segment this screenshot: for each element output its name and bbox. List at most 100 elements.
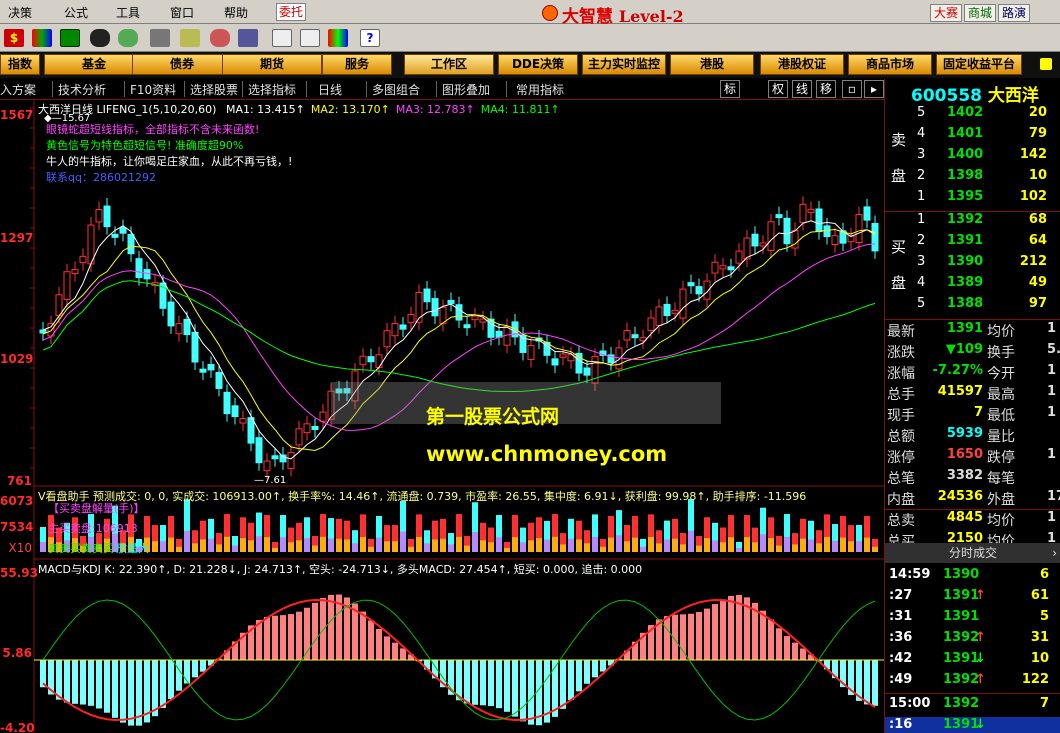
move-button[interactable]: 移: [816, 80, 836, 98]
chart-icon[interactable]: [238, 29, 258, 47]
tab-daily[interactable]: 日线: [318, 81, 342, 98]
help-icon[interactable]: ?: [360, 29, 380, 47]
sell-level-row[interactable]: 4 1401 79: [885, 126, 1060, 147]
weituo-button[interactable]: 委托: [276, 3, 306, 21]
app-window: 决策 公式 工具 窗口 帮助 委托 大智慧 Level-2 大赛 商城 路演 $…: [0, 0, 1060, 733]
tag-button[interactable]: 标: [720, 80, 740, 98]
tab-overlay[interactable]: 图形叠加: [442, 81, 490, 98]
tab-f10[interactable]: F10资料: [130, 81, 176, 98]
sell-level: 4: [917, 126, 926, 141]
stock-code: 600558: [911, 86, 982, 106]
sell-level-row[interactable]: 5 1402 20: [885, 105, 1060, 126]
vol-axis-label: 6073: [0, 494, 34, 508]
tab-multi-chart[interactable]: 多图组合: [372, 81, 420, 98]
cat-index[interactable]: 指数: [0, 54, 40, 75]
tab-select-indicator[interactable]: 选择指标: [248, 81, 296, 98]
bars-icon[interactable]: [328, 29, 348, 47]
cat-commodity[interactable]: 商品市场: [848, 54, 932, 75]
line-button[interactable]: 线: [792, 80, 812, 98]
tab-plan[interactable]: 入方案: [0, 81, 36, 98]
alert-icon[interactable]: [210, 29, 230, 47]
window-toggle-icon[interactable]: ▸: [864, 80, 884, 98]
market-icon[interactable]: [60, 29, 80, 47]
roadshow-button[interactable]: 路演: [998, 4, 1031, 22]
note-icon[interactable]: [180, 29, 200, 47]
sell-level-row[interactable]: 3 1400 142: [885, 147, 1060, 168]
sell-level-row[interactable]: 2 1398 10: [885, 168, 1060, 189]
stat-row: 总额 5939 量比: [885, 426, 1060, 447]
stat-row: 总卖 4845 均价 1: [885, 510, 1060, 531]
stat-label: 跌停: [987, 450, 1015, 466]
binoculars-icon[interactable]: [90, 29, 110, 47]
tick-row[interactable]: 15:00 1392 7: [885, 696, 1060, 717]
window-icon[interactable]: [272, 29, 292, 47]
up-arrow-icon: ↑: [975, 672, 986, 687]
tab-common-indicators[interactable]: 常用指标: [516, 81, 564, 98]
tick-time: 14:59: [889, 567, 931, 582]
buy-label-char: 盘: [891, 274, 907, 292]
ticks-expand-icon[interactable]: ›: [1052, 543, 1057, 563]
menu-window[interactable]: 窗口: [170, 4, 194, 21]
tick-row[interactable]: :49 1392 ↑ 122: [885, 672, 1060, 693]
stat-row: 总手 41597 最高 1: [885, 384, 1060, 405]
cat-hk[interactable]: 港股: [670, 54, 754, 75]
sell-level-row[interactable]: 1 1395 102: [885, 189, 1060, 210]
menu-help[interactable]: 帮助: [224, 4, 248, 21]
cat-fund[interactable]: 基金: [44, 54, 144, 75]
menu-formula[interactable]: 公式: [64, 4, 88, 21]
cat-dde[interactable]: DDE决策: [498, 54, 578, 75]
buy-level-row[interactable]: 2 1391 64: [885, 233, 1060, 254]
stock-name: 大西洋: [987, 86, 1039, 106]
cat-fixed-income[interactable]: 固定收益平台: [936, 54, 1022, 75]
tick-price: 1392: [943, 630, 980, 645]
volume-header: V看盘助手 预测成交: 0, 0, 实成交: 106913.00↑, 换手率%:…: [38, 490, 807, 503]
contest-button[interactable]: 大赛: [930, 4, 963, 22]
tab-tech-analysis[interactable]: 技术分析: [58, 81, 106, 98]
tick-row[interactable]: :27 1391 ↑ 61: [885, 588, 1060, 609]
cat-service[interactable]: 服务: [322, 54, 392, 75]
ma-legend-item: MA1: 13.415↑: [225, 103, 305, 116]
tab-select-stock[interactable]: 选择股票: [190, 81, 238, 98]
buy-volume: 97: [1028, 296, 1047, 311]
tick-row[interactable]: :31 1391 5: [885, 609, 1060, 630]
cat-futures[interactable]: 期货: [222, 54, 322, 75]
tree-icon[interactable]: [118, 29, 138, 47]
stat-label: 最新: [887, 324, 915, 340]
cat-bond[interactable]: 债券: [132, 54, 232, 75]
dollar-icon[interactable]: $: [4, 29, 24, 47]
color-tool-icon[interactable]: [32, 29, 52, 47]
tick-volume: 31: [1030, 630, 1049, 645]
tick-price: 1391: [943, 717, 980, 732]
ma-legend-item: MA4: 11.811↑: [480, 103, 560, 116]
stat-value: 41597: [937, 384, 983, 399]
rights-button[interactable]: 权: [768, 80, 788, 98]
buy-level-row[interactable]: 4 1389 49: [885, 275, 1060, 296]
stock-title: 600558 大西洋: [911, 81, 1039, 106]
stat-value: 1: [1047, 447, 1057, 462]
sell-volume: 102: [1019, 189, 1047, 204]
cat-hk-warrant[interactable]: 港股权证: [760, 54, 844, 75]
buy-price: 1388: [947, 296, 984, 311]
tick-row[interactable]: :16 1391 ↓: [885, 717, 1060, 733]
buy-level: 4: [917, 275, 926, 290]
tick-time: :16: [889, 717, 913, 732]
tick-row[interactable]: 14:59 1390 6: [885, 567, 1060, 588]
layout-icon[interactable]: [300, 29, 320, 47]
menu-tools[interactable]: 工具: [116, 4, 140, 21]
buy-level-row[interactable]: 3 1390 212: [885, 254, 1060, 275]
window-max-icon[interactable]: ▫: [842, 80, 862, 98]
menu-decision[interactable]: 决策: [8, 4, 32, 21]
tick-price: 1390: [943, 567, 980, 582]
kline-chart-area[interactable]: 1567 1297 1029 761 6073 7534 X10 55.93 5…: [0, 100, 884, 733]
ma-legend: MA1: 13.415↑ MA2: 13.170↑ MA3: 12.783↑ MA4:…: [220, 103, 560, 116]
buy-level-row[interactable]: 1 1392 68: [885, 212, 1060, 233]
tick-row[interactable]: :42 1391 ↓ 10: [885, 651, 1060, 672]
cat-monitor[interactable]: 主力实时监控: [582, 54, 666, 75]
arrow-icon[interactable]: [1040, 58, 1052, 70]
buy-level-row[interactable]: 5 1388 97: [885, 296, 1060, 317]
cat-workspace[interactable]: 工作区: [404, 54, 494, 75]
tick-row[interactable]: :36 1392 ↑ 31: [885, 630, 1060, 651]
indicator-note: 眼镜蛇超短线指标，全部指标不含未来函数!: [46, 123, 260, 136]
mall-button[interactable]: 商城: [964, 4, 997, 22]
tool-icon[interactable]: [150, 29, 170, 47]
